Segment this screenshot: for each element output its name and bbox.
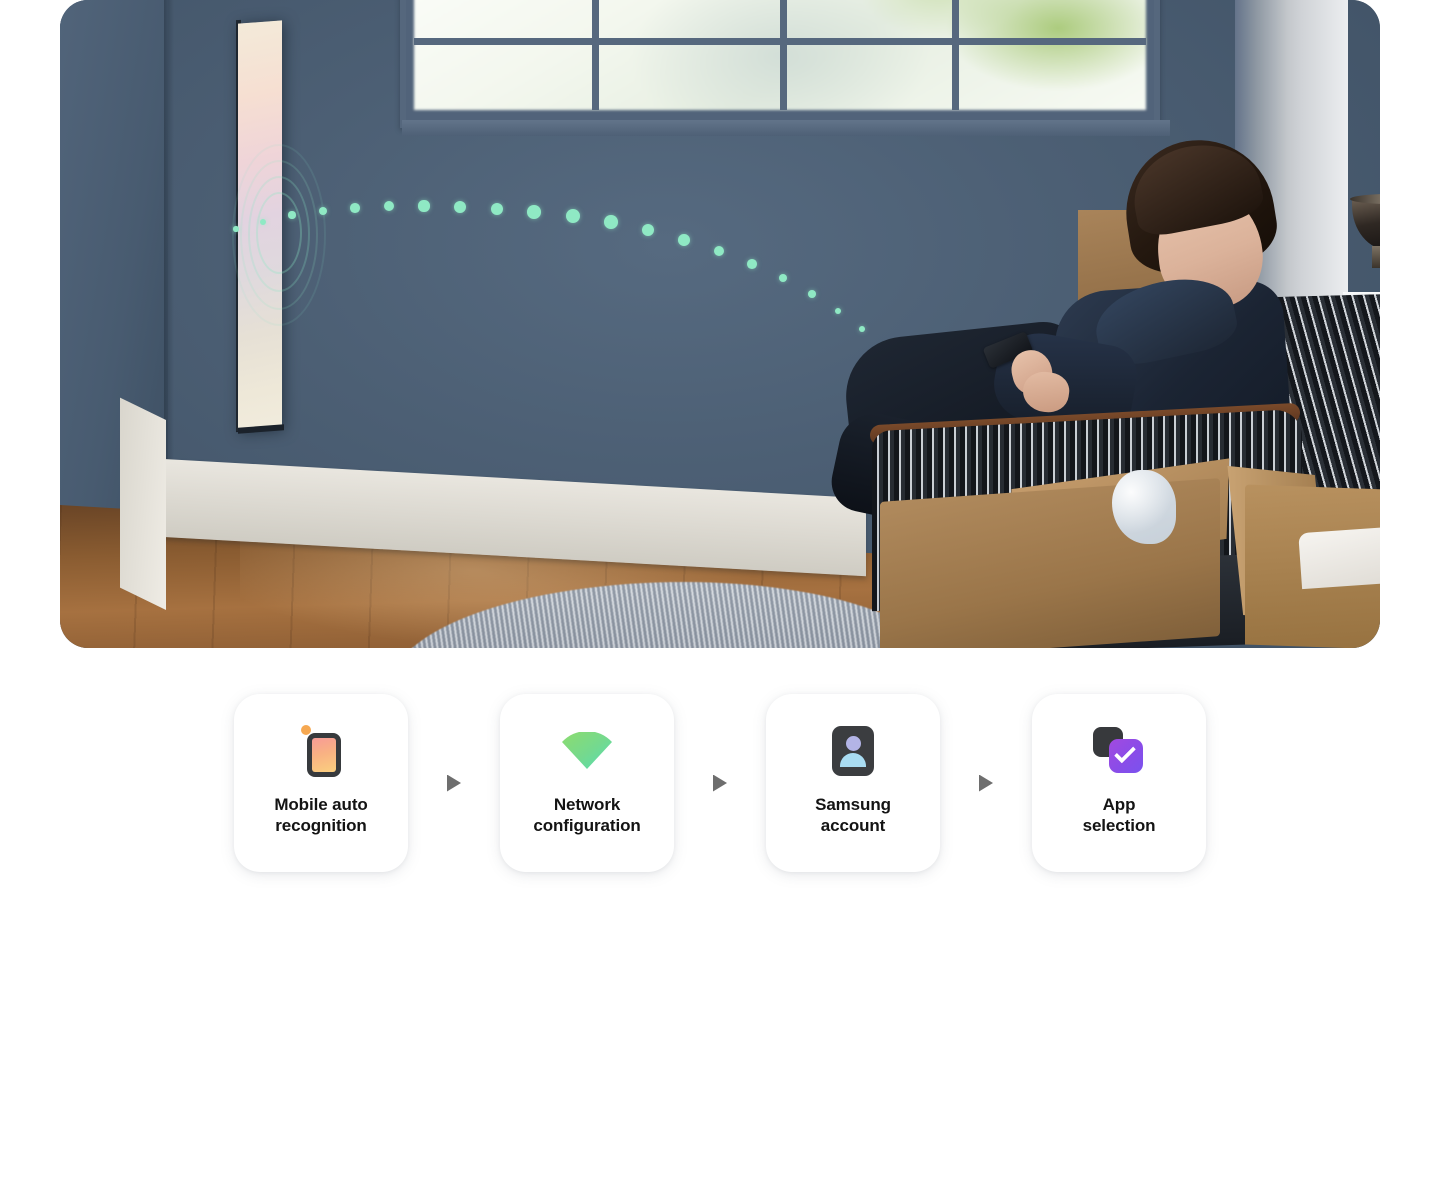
step-card-mobile-auto-recognition[interactable]: Mobile auto recognition [234,694,408,872]
signal-dot [604,215,618,229]
window-sill [402,120,1170,136]
window-mullion-vertical [592,0,599,110]
baseboard-left [120,397,166,610]
hero-image [60,0,1380,648]
signal-dot [859,326,865,332]
arrow-right-icon [713,774,727,792]
app-selection-icon [1083,722,1155,780]
signal-dot [288,211,296,219]
window-mullion-vertical [952,0,959,110]
signal-dot [454,201,466,213]
step-card-label: App selection [1082,795,1156,835]
setup-steps: Mobile auto recognition Network configur… [0,694,1440,872]
signal-dot [527,205,541,219]
step-card-samsung-account[interactable]: Samsung account [766,694,940,872]
step-card-label: Samsung account [815,795,891,835]
window-mullion-horizontal [414,38,1146,45]
samsung-account-icon [817,722,889,780]
mobile-phone-icon [285,722,357,780]
notification-dot-icon [301,725,311,735]
ripple-ring [232,144,326,326]
window [400,0,1170,136]
step-card-label: Network configuration [533,795,641,835]
signal-dot [260,219,266,225]
decorative-bowl-base [1372,246,1380,268]
arrow-right-icon [979,774,993,792]
signal-dot [233,226,239,232]
signal-dot [747,259,757,269]
signal-dot [418,200,430,212]
arrow-right-icon [447,774,461,792]
signal-dot [808,290,816,298]
signal-dot [350,203,360,213]
step-card-app-selection[interactable]: App selection [1032,694,1206,872]
packing-paper-right [1298,522,1380,590]
step-card-label: Mobile auto recognition [274,795,368,835]
window-mullion-vertical [780,0,787,110]
page-root: Mobile auto recognition Network configur… [0,0,1440,1199]
step-card-network-configuration[interactable]: Network configuration [500,694,674,872]
signal-dot [678,234,690,246]
wifi-signal-icon [551,722,623,780]
